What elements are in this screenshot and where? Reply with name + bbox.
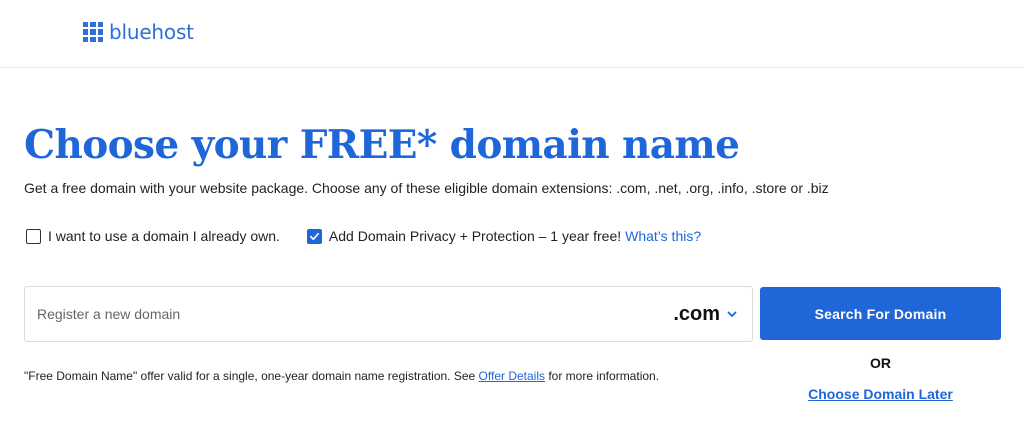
offer-details-link[interactable]: Offer Details (479, 369, 545, 383)
domain-search-input[interactable] (25, 287, 645, 341)
own-domain-label: I want to use a domain I already own. (48, 228, 280, 244)
checkmark-icon (309, 232, 319, 240)
page-subtitle: Get a free domain with your website pack… (24, 180, 829, 196)
search-for-domain-button[interactable]: Search For Domain (760, 287, 1001, 340)
logo-text: bluehost (109, 20, 194, 44)
chevron-down-icon (727, 311, 737, 317)
domain-options: I want to use a domain I already own. Ad… (26, 228, 701, 244)
privacy-option[interactable]: Add Domain Privacy + Protection – 1 year… (306, 228, 701, 244)
choose-domain-later-link[interactable]: Choose Domain Later (760, 386, 1001, 402)
disclaimer-text-before: "Free Domain Name" offer valid for a sin… (24, 369, 479, 383)
own-domain-option[interactable]: I want to use a domain I already own. (26, 228, 280, 244)
page-title: Choose your FREE* domain name (24, 122, 740, 168)
whats-this-link[interactable]: What’s this? (625, 228, 701, 244)
or-divider-text: OR (870, 355, 891, 371)
offer-disclaimer: "Free Domain Name" offer valid for a sin… (24, 369, 659, 383)
privacy-checkbox[interactable] (306, 228, 322, 244)
domain-search-box: .com (24, 286, 753, 342)
privacy-label: Add Domain Privacy + Protection – 1 year… (328, 228, 622, 244)
own-domain-checkbox[interactable] (26, 228, 41, 244)
bluehost-logo[interactable]: bluehost (83, 20, 194, 44)
tld-dropdown[interactable]: .com (673, 287, 738, 341)
tld-value: .com (673, 302, 720, 325)
logo-grid-icon (83, 22, 103, 42)
site-header: bluehost (0, 0, 1024, 68)
disclaimer-text-after: for more information. (545, 369, 660, 383)
